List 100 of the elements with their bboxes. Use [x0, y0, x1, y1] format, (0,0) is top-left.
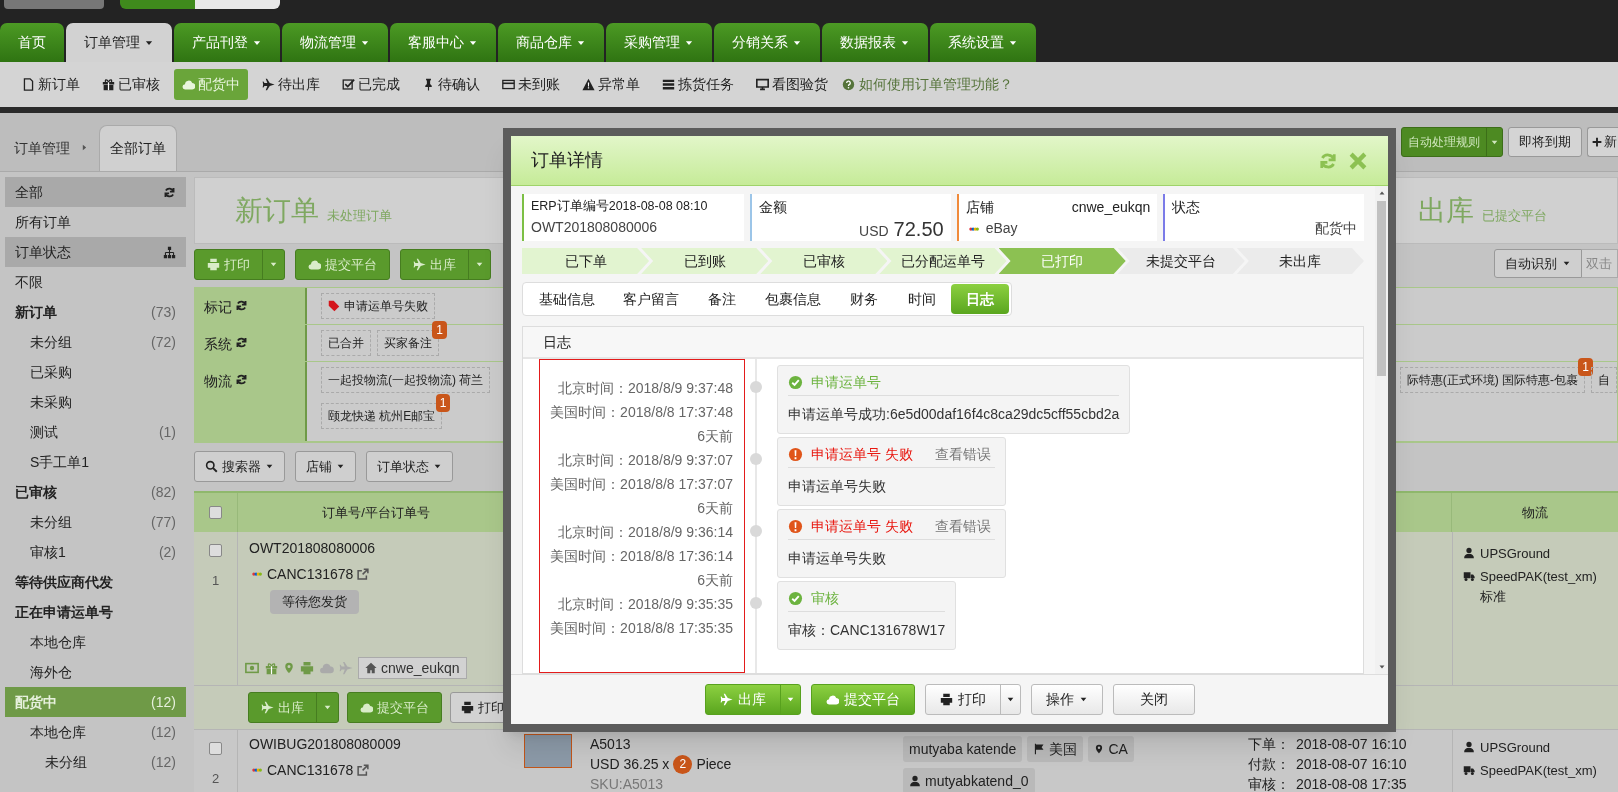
subnav-item[interactable]: 待确认: [414, 69, 488, 100]
checkbox[interactable]: [209, 506, 222, 519]
tab[interactable]: 财务: [835, 284, 893, 314]
filter-tag[interactable]: 已合并: [321, 330, 371, 356]
nav-tab[interactable]: 采购管理: [606, 23, 712, 62]
error-link[interactable]: 查看错误: [934, 516, 991, 537]
sidebar-item[interactable]: 本地仓库 (12): [5, 717, 186, 747]
scrollbar-thumb[interactable]: [1377, 201, 1386, 376]
subnav-item[interactable]: 新订单: [14, 69, 88, 100]
caret-icon: [433, 462, 442, 471]
sidebar-item[interactable]: 海外仓: [5, 657, 186, 687]
filter-tag[interactable]: 申请运单号失败: [321, 293, 435, 319]
log-message: 审核：CANC131678W17: [788, 621, 946, 640]
sidebar-item[interactable]: 不限: [5, 267, 186, 297]
nav-tab[interactable]: 分销关系: [714, 23, 820, 62]
breadcrumb-item[interactable]: 订单管理: [14, 125, 70, 171]
error-link[interactable]: 查看错误: [934, 444, 991, 465]
breadcrumb-tab[interactable]: 全部订单: [99, 125, 177, 171]
filter-dropdown[interactable]: 搜索器: [194, 451, 285, 482]
search-input[interactable]: 双击: [1582, 249, 1618, 278]
sidebar-item[interactable]: 未分组 (72): [5, 327, 186, 357]
nav-tab[interactable]: 商品仓库: [498, 23, 604, 62]
sidebar-item[interactable]: 新订单 (73): [5, 297, 186, 327]
sidebar-item[interactable]: 审核1 (2): [5, 537, 186, 567]
sidebar-item[interactable]: S手工单1: [5, 447, 186, 477]
subnav-item[interactable]: 拣货任务: [654, 69, 742, 100]
tag-icon: [328, 300, 340, 312]
scroll-down-icon: [1377, 663, 1386, 671]
date-label: 审核：: [1248, 775, 1290, 792]
sidebar-header[interactable]: 全部: [5, 177, 186, 207]
logistics-text: SpeedPAK(test_xm) 标准: [1480, 568, 1598, 606]
checkbox[interactable]: [209, 742, 222, 755]
search-icon: [205, 460, 218, 473]
subnav-item[interactable]: 已完成: [334, 69, 408, 100]
nav-tab[interactable]: 产品刊登: [174, 23, 280, 62]
close-button[interactable]: 关闭: [1112, 684, 1195, 715]
nav-tab[interactable]: 数据报表: [822, 23, 928, 62]
sidebar-item[interactable]: 所有订单: [5, 207, 186, 237]
subnav-item[interactable]: 看图验货: [748, 69, 836, 100]
tab[interactable]: 包裹信息: [751, 284, 835, 314]
sidebar-item[interactable]: 已审核 (82): [5, 477, 186, 507]
sidebar-item[interactable]: 未分组 (12): [5, 747, 186, 777]
sidebar-item[interactable]: 正在申请运单号: [5, 597, 186, 627]
account-tag: mutyabkatend_0: [903, 768, 1035, 792]
sidebar-item[interactable]: 未采购: [5, 387, 186, 417]
subnav-item[interactable]: 未到账: [494, 69, 568, 100]
tab[interactable]: 时间: [893, 284, 951, 314]
count-text: (77): [151, 512, 176, 532]
tab[interactable]: 基础信息: [525, 284, 609, 314]
sidebar-item[interactable]: 测试 (1): [5, 417, 186, 447]
nav-tab[interactable]: 客服中心: [390, 23, 496, 62]
filter-tag[interactable]: 一起投物流(一起投物流) 荷兰: [321, 367, 491, 393]
sidebar-item[interactable]: 等待供应商代发: [5, 567, 186, 597]
filter-dropdown[interactable]: 订单状态: [366, 451, 453, 482]
warn-icon: [582, 78, 595, 91]
filter-tag[interactable]: 自: [1591, 367, 1617, 393]
actions-dropdown[interactable]: 操作: [1030, 684, 1103, 715]
logistics-text: UPSGround: [1480, 545, 1552, 563]
sidebar-item[interactable]: 已采购: [5, 357, 186, 387]
shop-tag: cnwe_eukqn: [358, 657, 467, 679]
nav-tab[interactable]: 物流管理: [282, 23, 388, 62]
nav-tab[interactable]: 首页: [0, 23, 64, 62]
progress-step: 已打印: [998, 248, 1126, 274]
help-link[interactable]: 如何使用订单管理功能？: [842, 74, 1013, 95]
truck-icon: [1463, 764, 1475, 776]
detect-dropdown[interactable]: 自动识别: [1494, 249, 1582, 278]
platform-order-number[interactable]: CANC131678: [267, 563, 354, 585]
deadline-button[interactable]: 即将到期: [1508, 127, 1582, 157]
cloud-icon: [319, 661, 334, 675]
caret-icon: [269, 260, 278, 269]
print-button[interactable]: 打印: [924, 684, 1021, 715]
timestamp: 北京时间：2018/8/9 9:37:07: [557, 451, 733, 470]
refresh-icon: [163, 185, 176, 199]
checksq-icon: [342, 78, 355, 91]
tab[interactable]: 备注: [693, 284, 751, 314]
subnav-item[interactable]: 待出库: [254, 69, 328, 100]
count-badge: 1: [432, 321, 447, 339]
filter-label-text: 标记: [204, 298, 232, 317]
platform-order-number[interactable]: CANC131678: [267, 759, 354, 781]
filter-dropdown[interactable]: 店铺: [295, 451, 356, 482]
help-icon: [842, 78, 855, 91]
printer-icon: [300, 661, 314, 675]
progress-step: 未出库: [1236, 248, 1364, 274]
monitor-icon: [756, 78, 769, 91]
subnav-item[interactable]: 异常单: [574, 69, 648, 100]
timestamp: 北京时间：2018/8/9 9:37:48: [557, 379, 733, 398]
sidebar-header[interactable]: 订单状态: [5, 237, 186, 267]
sidebar-item[interactable]: 本地仓库: [5, 627, 186, 657]
tab[interactable]: 客户留言: [609, 284, 693, 314]
checkbox[interactable]: [209, 544, 222, 557]
tack-icon: [422, 78, 435, 91]
status-label: 等待您发货: [270, 590, 359, 614]
sidebar-item[interactable]: 未分组 (77): [5, 507, 186, 537]
subnav-item[interactable]: 已审核: [94, 69, 168, 100]
nav-tab[interactable]: 系统设置: [930, 23, 1036, 62]
new-button[interactable]: 新: [1587, 127, 1618, 157]
scrollbar[interactable]: [1375, 186, 1388, 674]
nav-tab[interactable]: 订单管理: [66, 23, 172, 62]
close-button[interactable]: [1348, 150, 1368, 171]
map-pin-icon: [283, 661, 295, 675]
